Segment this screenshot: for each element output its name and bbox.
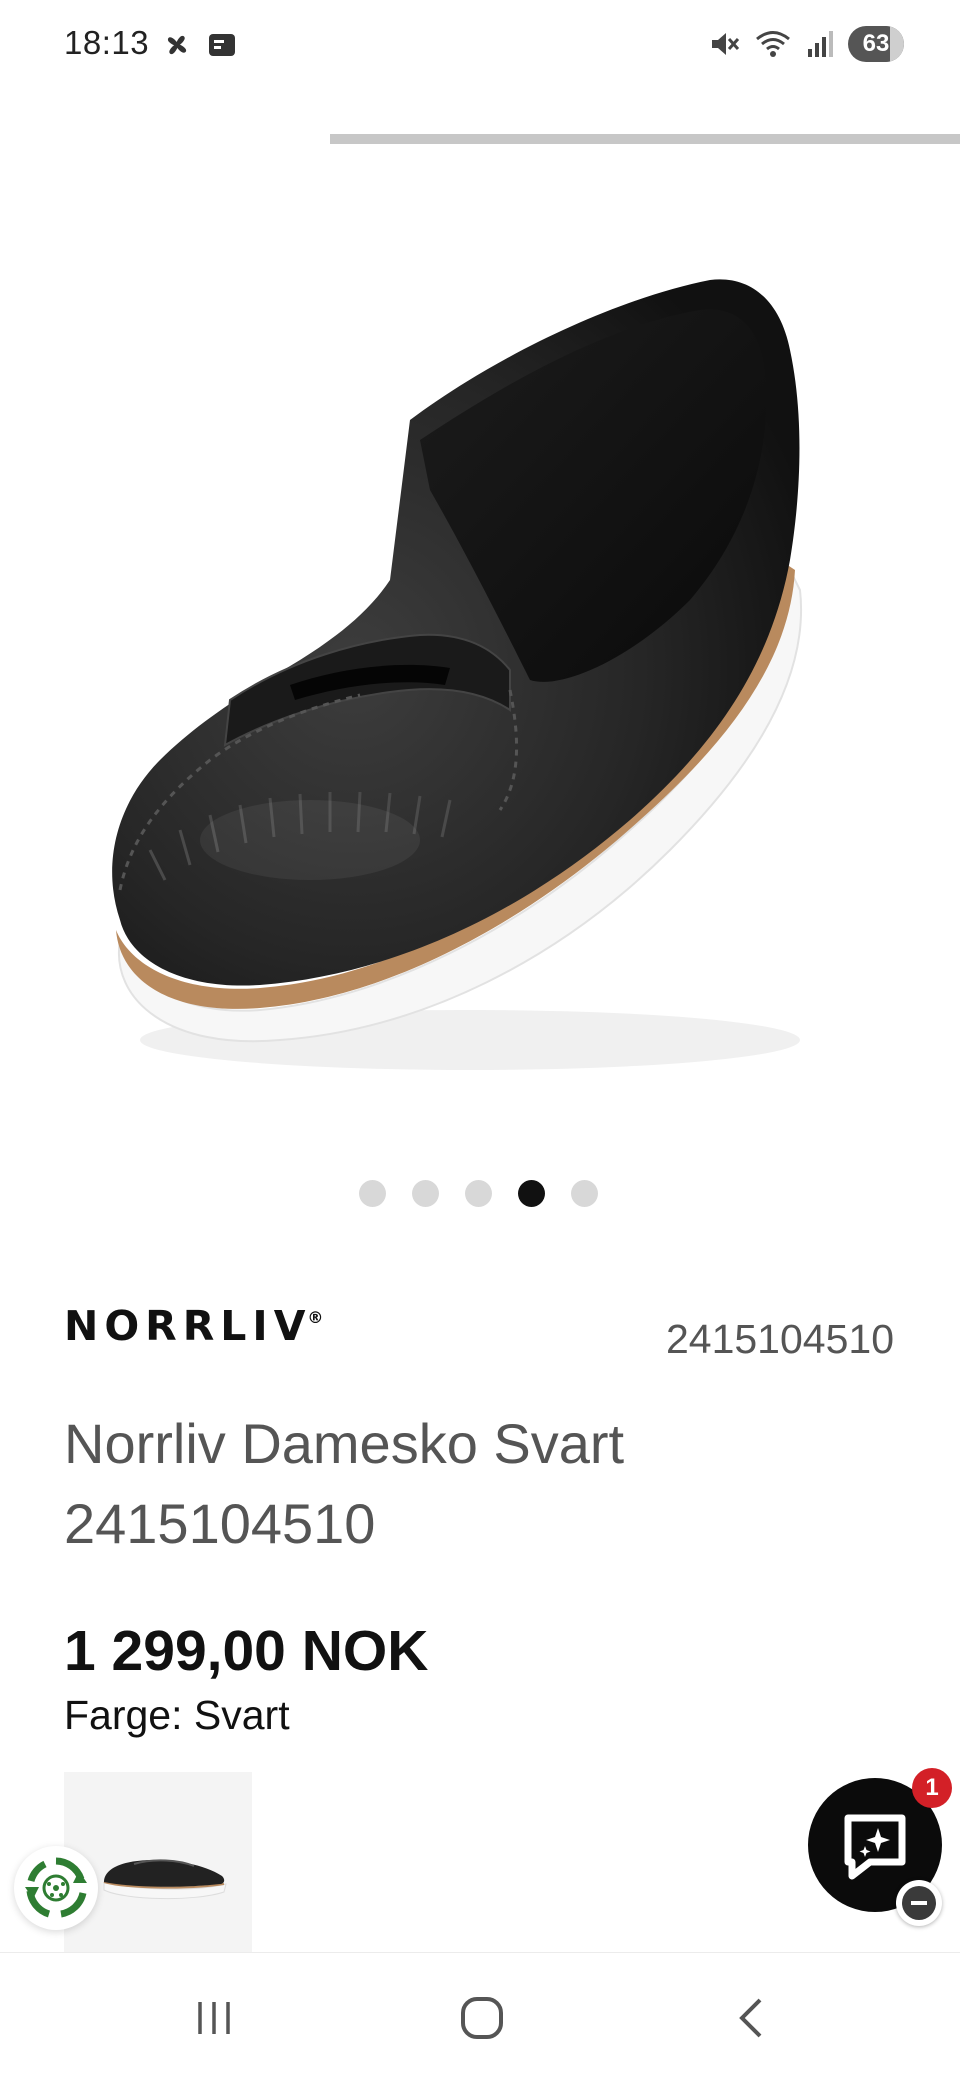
chat-sparkle-icon	[844, 1814, 906, 1880]
system-nav-bar	[0, 1952, 960, 2081]
image-carousel-dots	[359, 1180, 598, 1207]
status-left-icons	[160, 28, 240, 62]
product-color: Farge: Svart	[64, 1692, 290, 1738]
pinwheel-icon	[167, 35, 187, 55]
page-loading-bar	[330, 134, 960, 144]
product-image[interactable]	[90, 240, 850, 1120]
loafer-thumbnail-image	[103, 1859, 227, 1900]
mute-icon	[712, 33, 740, 55]
loafer-shoe-image	[112, 279, 803, 1070]
status-right-icons: 63	[708, 26, 904, 62]
product-title: Norrliv Damesko Svart 2415104510	[64, 1412, 625, 1555]
status-bar: 18:13 63	[0, 0, 960, 92]
home-button[interactable]	[452, 1993, 512, 2043]
carousel-dot[interactable]	[465, 1180, 492, 1207]
carousel-dot[interactable]	[571, 1180, 598, 1207]
product-sku: 2415104510	[665, 1316, 894, 1362]
signal-icon	[808, 31, 833, 57]
home-icon	[461, 1997, 503, 2039]
recent-apps-icon	[198, 2002, 230, 2034]
chat-minimize-button[interactable]	[896, 1880, 942, 1926]
back-button[interactable]	[722, 1993, 782, 2043]
color-variant-thumbnail[interactable]	[64, 1772, 252, 1952]
back-chevron-icon	[739, 1998, 762, 2038]
battery-indicator: 63	[848, 26, 904, 62]
carousel-dot[interactable]	[359, 1180, 386, 1207]
carousel-dot[interactable]	[412, 1180, 439, 1207]
eco-recycle-button[interactable]	[14, 1846, 98, 1930]
registered-mark: ®	[307, 1308, 324, 1327]
brand-logo[interactable]: NORRLIV®	[64, 1302, 327, 1350]
wifi-icon	[756, 31, 790, 57]
recycle-icon	[25, 1857, 87, 1918]
brand-name: NORRLIV	[64, 1302, 312, 1350]
carousel-dot-active[interactable]	[518, 1180, 545, 1207]
product-price: 1 299,00 NOK	[64, 1619, 429, 1683]
minus-icon	[902, 1886, 936, 1920]
notification-card-icon	[209, 34, 235, 56]
chat-unread-badge: 1	[912, 1768, 952, 1808]
battery-level: 63	[862, 30, 890, 57]
recent-apps-button[interactable]	[184, 1993, 244, 2043]
status-time: 18:13	[64, 24, 150, 61]
